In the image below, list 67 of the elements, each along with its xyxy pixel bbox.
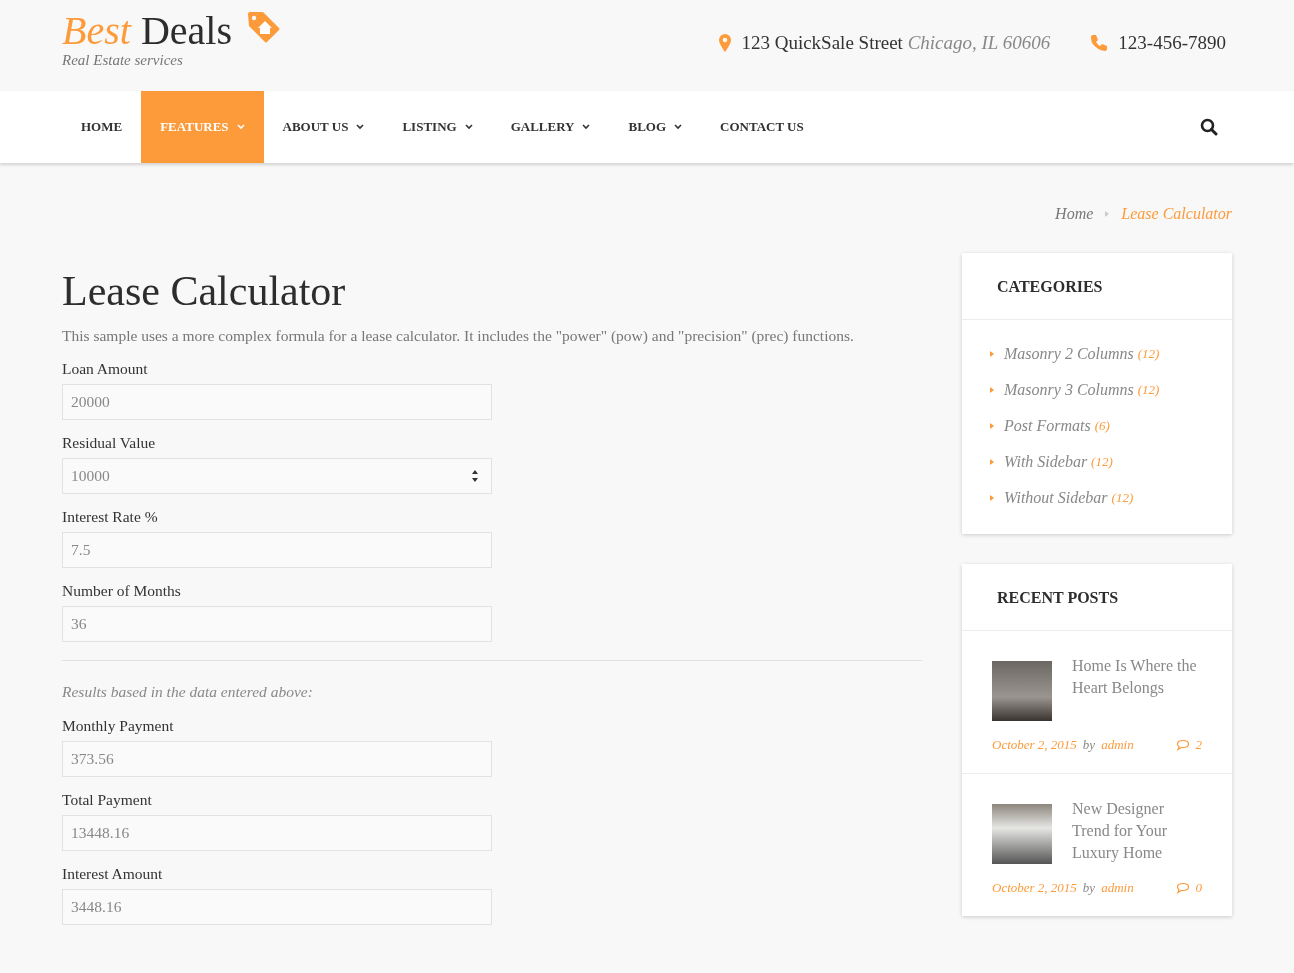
input-field[interactable]: 20000	[62, 384, 492, 420]
bullet-icon	[990, 495, 994, 501]
chevron-icon	[1105, 211, 1110, 217]
widget-title: RECENT POSTS	[962, 564, 1232, 631]
category-link[interactable]: Masonry 2 Columns	[1004, 345, 1134, 363]
spinner-icon[interactable]	[471, 469, 479, 483]
result-field[interactable]: 13448.16	[62, 815, 492, 851]
field-label: Interest Amount	[62, 864, 164, 884]
byline-text: by	[1082, 880, 1096, 896]
bullet-icon	[990, 423, 994, 429]
photo-placeholder[interactable]	[992, 804, 1052, 864]
author-link[interactable]: admin	[1101, 880, 1134, 896]
category-link[interactable]: Without Sidebar	[1004, 489, 1108, 507]
field-label: Residual Value	[62, 433, 157, 453]
input-field[interactable]: 36	[62, 606, 492, 642]
logo-text[interactable]: Best Deals	[62, 8, 232, 54]
comment-icon	[1175, 739, 1190, 751]
widget-title: CATEGORIES	[962, 253, 1232, 320]
photo-placeholder[interactable]	[992, 661, 1052, 721]
results-note: Results based in the data entered above:	[62, 683, 314, 701]
nav-item[interactable]: GALLERY	[491, 91, 610, 163]
category-count: (12)	[1137, 382, 1160, 398]
field-label: Interest Rate %	[62, 507, 159, 527]
page-title: Lease Calculator	[62, 267, 347, 315]
nav-item[interactable]: FEATURES	[141, 91, 264, 163]
category-link[interactable]: Masonry 3 Columns	[1004, 381, 1134, 399]
field-label: Number of Months	[62, 581, 182, 601]
breadcrumb-link[interactable]: Lease Calculator	[1121, 205, 1232, 223]
post-date-link[interactable]: October 2, 2015	[992, 880, 1077, 896]
logo-tagline: Real Estate services	[62, 52, 184, 69]
comment-icon	[1175, 882, 1190, 894]
nav-item[interactable]: BLOG	[609, 91, 702, 163]
category-count: (6)	[1094, 418, 1110, 434]
category-count: (12)	[1111, 490, 1134, 506]
result-field[interactable]: 373.56	[62, 741, 492, 777]
author-link[interactable]: admin	[1101, 737, 1134, 753]
category-link[interactable]: With Sidebar	[1004, 453, 1088, 471]
field-label: Monthly Payment	[62, 716, 175, 736]
search-icon[interactable]	[1200, 118, 1218, 136]
number-input[interactable]: 10000	[62, 458, 492, 494]
byline-text: by	[1082, 737, 1096, 753]
category-link[interactable]: Post Formats	[1004, 417, 1091, 435]
nav-item[interactable]: HOME	[62, 91, 142, 163]
comment-count-link[interactable]: 0	[1195, 880, 1202, 896]
bullet-icon	[990, 387, 994, 393]
input-field[interactable]: 7.5	[62, 532, 492, 568]
intro-text: This sample uses a more complex formula for a lease calculator. It includes the "power" (pow) and "precision" (prec) functions.	[62, 327, 855, 345]
nav-item[interactable]: LISTING	[383, 91, 492, 163]
address-text: 123 QuickSale Street Chicago, IL 60606	[741, 32, 1051, 54]
category-count: (12)	[1137, 346, 1160, 362]
field-label: Loan Amount	[62, 359, 149, 379]
bullet-icon	[990, 351, 994, 357]
category-count: (12)	[1091, 454, 1113, 470]
tag-house-icon	[245, 10, 282, 44]
post-title-link[interactable]: New Designer Trend for Your Luxury Home	[1072, 798, 1202, 864]
location-pin-icon	[719, 34, 732, 52]
nav-item[interactable]: ABOUT US	[263, 91, 384, 163]
post-date-link[interactable]: October 2, 2015	[992, 737, 1077, 753]
breadcrumb-link[interactable]: Home	[1055, 205, 1094, 223]
bullet-icon	[990, 459, 994, 465]
nav-item[interactable]: CONTACT US	[701, 91, 823, 163]
post-title-link[interactable]: Home Is Where the Heart Belongs	[1072, 655, 1202, 699]
comment-count-link[interactable]: 2	[1195, 737, 1202, 753]
field-label: Total Payment	[62, 790, 153, 810]
phone-number: 123-456-7890	[1118, 32, 1226, 54]
phone-icon	[1090, 34, 1109, 52]
result-field[interactable]: 3448.16	[62, 889, 492, 925]
